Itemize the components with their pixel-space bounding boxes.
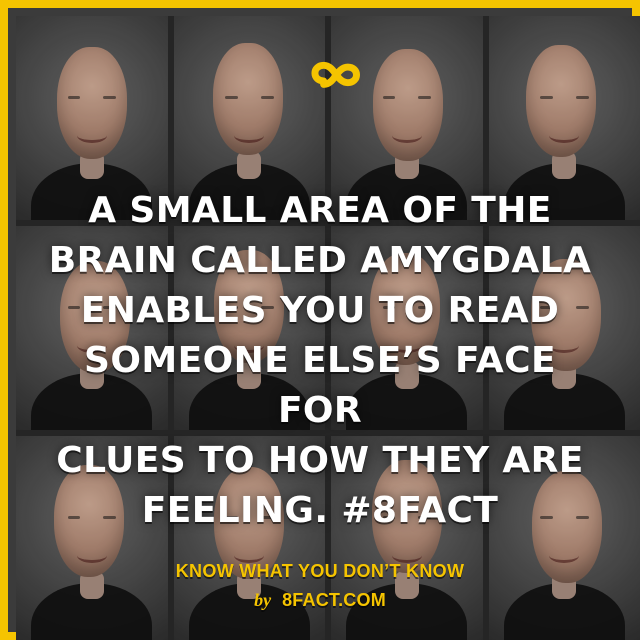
tagline: KNOW WHAT YOU DON’T KNOW xyxy=(175,561,465,581)
byline-prefix: by xyxy=(254,590,272,610)
headline-line-5: CLUES TO HOW THEY ARE xyxy=(56,440,584,481)
headline-line-6: FEELING. #8FACT xyxy=(141,490,499,531)
headline-line-1: A SMALL AREA OF THE xyxy=(88,190,552,231)
headline-line-2: BRAIN CALLED AMYGDALA xyxy=(48,240,592,281)
fact-headline: A SMALL AREA OF THE BRAIN CALLED AMYGDAL… xyxy=(48,186,592,536)
infinity-8-icon xyxy=(311,61,360,88)
headline-line-3: ENABLES YOU TO READ xyxy=(80,290,560,331)
byline: by 8FACT.COM xyxy=(8,590,632,611)
poster-frame: A SMALL AREA OF THE BRAIN CALLED AMYGDAL… xyxy=(0,0,640,640)
headline-line-4: SOMEONE ELSE’S FACE FOR xyxy=(84,340,556,431)
site-name: 8FACT.COM xyxy=(282,590,386,610)
